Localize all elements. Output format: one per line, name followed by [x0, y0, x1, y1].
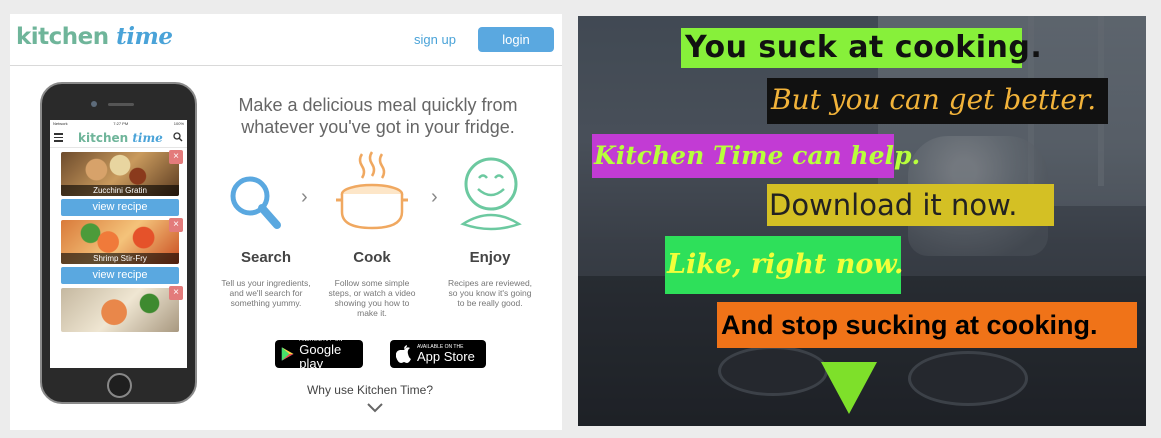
magnifier-icon	[230, 176, 281, 229]
phone-home-button	[107, 373, 132, 398]
step-title-enjoy: Enjoy	[469, 249, 511, 266]
phone-screen: Network 7:27 PM 100% kitchen time Zucchi…	[50, 120, 187, 368]
promo-poster: You suck at cooking. But you can get bet…	[578, 16, 1146, 426]
step-desc-enjoy: Recipes are reviewed, so you know it's g…	[447, 278, 533, 308]
chevron-right-icon: ›	[301, 186, 308, 208]
step-desc-cook: Follow some simple steps, or watch a vid…	[328, 278, 416, 318]
view-recipe-button[interactable]: view recipe	[61, 267, 179, 284]
phone-speaker	[108, 103, 134, 106]
logo-word-kitchen: kitchen	[16, 24, 109, 50]
recipe-card[interactable]: Shrimp Stir-Fry × view recipe	[61, 218, 183, 284]
app-logo-word-kitchen: kitchen	[78, 131, 129, 145]
recipe-photo: Shrimp Stir-Fry	[61, 220, 179, 264]
cooking-pot-icon	[336, 151, 408, 230]
app-bar: kitchen time	[50, 128, 187, 148]
login-button[interactable]: login	[478, 27, 554, 52]
chevron-down-icon[interactable]	[367, 403, 383, 413]
app-store-badge[interactable]: Available on the App Store	[390, 340, 486, 368]
step-title-cook: Cook	[353, 249, 391, 266]
site-logo[interactable]: kitchen time	[16, 23, 173, 50]
step-title-search: Search	[240, 249, 292, 266]
signup-link[interactable]: sign up	[414, 32, 456, 47]
kitchen-time-landing-page: kitchen time sign up login Network 7:27 …	[10, 14, 562, 430]
google-badge-big-text: Google play	[299, 342, 342, 371]
slogan-line: You suck at cooking.	[681, 28, 1042, 68]
recipe-name: Zucchini Gratin	[61, 185, 179, 196]
search-icon[interactable]	[173, 132, 183, 142]
phone-status-bar: Network 7:27 PM 100%	[50, 120, 187, 128]
status-carrier: Network	[53, 121, 68, 126]
chevron-right-icon: ›	[431, 186, 438, 208]
slogan-line: But you can get better.	[767, 78, 1108, 124]
google-play-icon	[281, 347, 294, 361]
view-recipe-button[interactable]: view recipe	[61, 199, 179, 216]
slogan-line: Like, right now.	[665, 236, 903, 294]
recipe-card[interactable]: ×	[61, 286, 183, 332]
slogan-line: And stop sucking at cooking.	[717, 302, 1137, 348]
recipe-photo: Zucchini Gratin	[61, 152, 179, 196]
recipe-photo	[61, 288, 179, 332]
status-time: 7:27 PM	[113, 121, 129, 126]
apple-icon	[396, 344, 411, 363]
recipe-card[interactable]: Zucchini Gratin × view recipe	[61, 150, 183, 216]
close-icon[interactable]: ×	[169, 286, 183, 300]
slogan-line: Download it now.	[767, 184, 1054, 226]
tagline: Make a delicious meal quickly from whate…	[238, 95, 518, 137]
phone-mockup: Network 7:27 PM 100% kitchen time Zucchi…	[40, 82, 197, 404]
close-icon[interactable]: ×	[169, 218, 183, 232]
smiley-face-icon	[460, 157, 522, 231]
phone-camera	[91, 101, 97, 107]
app-logo-word-time: time	[132, 131, 163, 145]
close-icon[interactable]: ×	[169, 150, 183, 164]
recipe-name: Shrimp Stir-Fry	[61, 253, 179, 264]
why-use-link[interactable]: Why use Kitchen Time?	[270, 383, 470, 397]
slogan-line: Kitchen Time can help.	[592, 134, 920, 178]
app-logo: kitchen time	[78, 131, 163, 145]
apple-badge-big-text: App Store	[417, 349, 475, 364]
down-arrow-icon	[821, 362, 877, 414]
site-header: kitchen time sign up login	[10, 14, 562, 66]
logo-word-time: time	[116, 23, 173, 50]
status-battery: 100%	[173, 121, 184, 126]
step-desc-search: Tell us your ingredients, and we'll sear…	[221, 278, 311, 308]
google-play-badge[interactable]: Android App on Google play	[275, 337, 363, 371]
hamburger-menu-icon[interactable]	[54, 133, 63, 142]
